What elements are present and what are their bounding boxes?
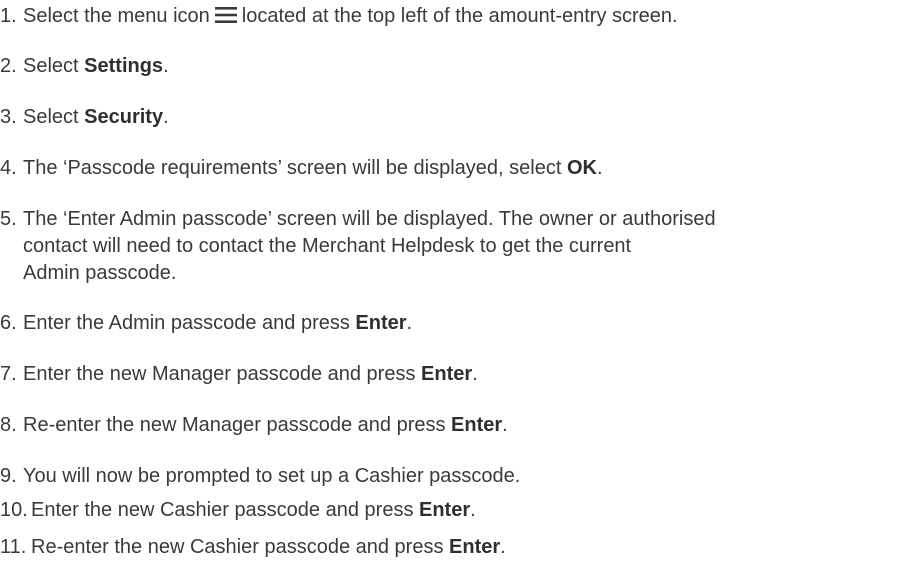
step-text: The ‘Passcode requirements’ screen will … [23,157,603,179]
step-text: Enter the Admin passcode and press Enter… [23,312,413,334]
step-number: 11. [0,536,27,558]
step-text: The ‘Enter Admin passcode’ screen will b… [23,208,716,284]
step-text: You will now be prompted to set up a Cas… [23,465,521,487]
step-text: Select Settings. [23,55,169,77]
step-text: Select the menu icon located at the top l… [23,5,678,27]
step-number: 1. [0,5,17,27]
step-text: Enter the new Manager passcode and press… [23,363,478,385]
step-5: 5. The ‘Enter Admin passcode’ screen wil… [0,206,922,287]
hamburger-menu-icon [214,7,237,23]
step-number: 6. [0,312,17,334]
step-text: Re-enter the new Manager passcode and pr… [23,414,508,436]
step-text: Re-enter the new Cashier passcode and pr… [31,536,506,558]
step-number: 7. [0,363,17,385]
instruction-list: 1. Select the menu icon located at the to… [0,0,922,566]
step-text: Select Security. [23,106,169,128]
step-number: 3. [0,106,17,128]
step-number: 5. [0,208,17,230]
step-number: 2. [0,55,17,77]
step-number: 4. [0,157,17,179]
step-number: 10. [0,499,28,521]
step-text: Enter the new Cashier passcode and press… [31,499,476,521]
step-number: 9. [0,465,17,487]
step-number: 8. [0,414,17,436]
